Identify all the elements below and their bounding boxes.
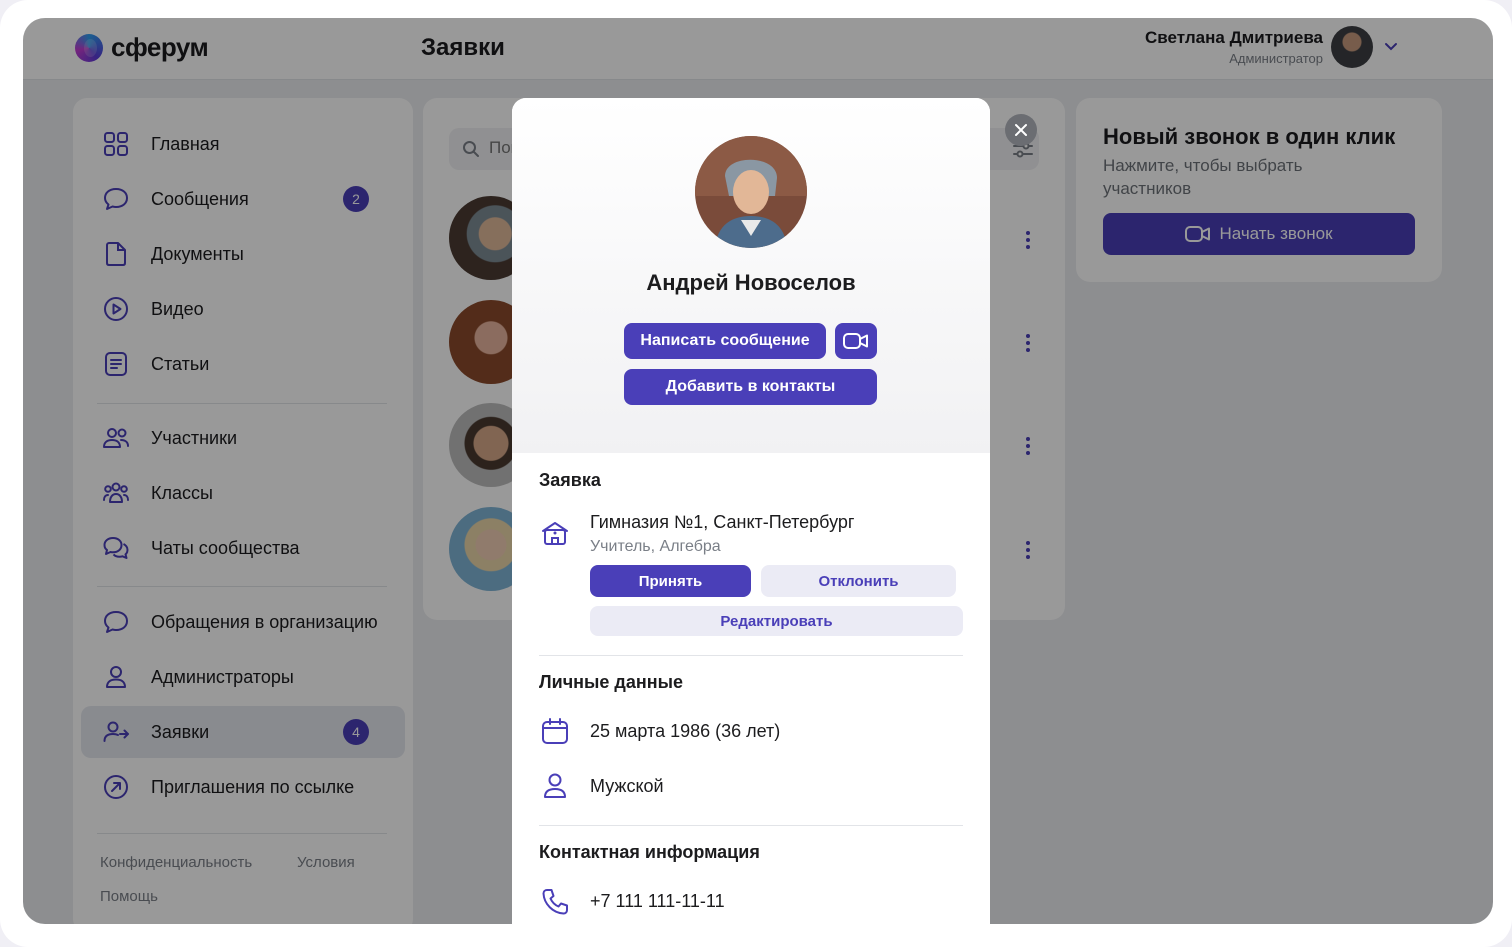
profile-name: Андрей Новоселов <box>646 270 856 295</box>
contact-section-title: Контактная информация <box>539 842 760 862</box>
phone-icon <box>542 889 568 915</box>
school-building-icon <box>542 522 568 545</box>
add-contact-button[interactable]: Добавить в контакты <box>624 369 877 405</box>
personal-section-title: Личные данные <box>539 672 683 692</box>
close-icon <box>1015 124 1027 136</box>
profile-modal: Андрей Новоселов Написать сообщение Доба… <box>512 98 990 924</box>
edit-button[interactable]: Редактировать <box>590 606 963 636</box>
request-section-title: Заявка <box>539 470 601 490</box>
profile-avatar <box>695 136 807 248</box>
request-school: Гимназия №1, Санкт-Петербург <box>590 512 855 532</box>
calendar-icon <box>542 718 568 744</box>
request-role: Учитель, Алгебра <box>590 538 721 555</box>
close-modal-button[interactable] <box>1005 114 1037 146</box>
gender: Мужской <box>590 776 664 796</box>
video-call-button[interactable] <box>835 323 877 359</box>
write-message-button[interactable]: Написать сообщение <box>624 323 826 359</box>
decline-button[interactable]: Отклонить <box>761 565 956 597</box>
person-icon <box>544 773 566 798</box>
phone-number: +7 111 111-11-11 <box>590 891 725 911</box>
video-camera-icon <box>843 333 868 349</box>
accept-button[interactable]: Принять <box>590 565 751 597</box>
section-divider <box>539 655 963 656</box>
section-divider <box>539 825 963 826</box>
birthdate: 25 марта 1986 (36 лет) <box>590 721 781 741</box>
app-window: сферум Заявки Светлана Дмитриева Админис… <box>23 18 1493 924</box>
